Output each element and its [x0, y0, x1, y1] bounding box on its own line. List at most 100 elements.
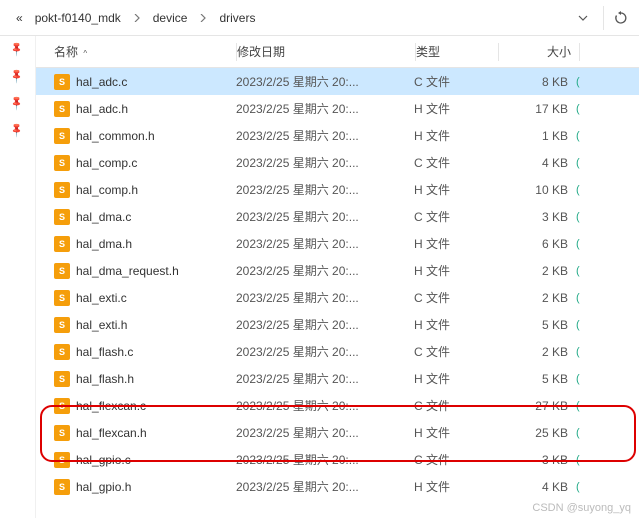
header-name[interactable]: 名称 ^: [36, 43, 236, 60]
breadcrumb[interactable]: « pokt-f0140_mdk device drivers: [8, 8, 569, 28]
file-extra: (: [576, 76, 604, 88]
file-row[interactable]: hal_flexcan.h2023/2/25 星期六 20:...H 文件25 …: [36, 419, 639, 446]
file-date: 2023/2/25 星期六 20:...: [236, 100, 414, 117]
file-row[interactable]: hal_dma.h2023/2/25 星期六 20:...H 文件6 KB(: [36, 230, 639, 257]
file-row[interactable]: hal_flexcan.c2023/2/25 星期六 20:...C 文件27 …: [36, 392, 639, 419]
file-extra: (: [576, 103, 604, 115]
header-size[interactable]: 大小: [499, 43, 579, 60]
file-extra: (: [576, 292, 604, 304]
file-row[interactable]: hal_flash.c2023/2/25 星期六 20:...C 文件2 KB(: [36, 338, 639, 365]
pin-icon[interactable]: 📌: [9, 95, 26, 112]
file-extra: (: [576, 238, 604, 250]
file-row[interactable]: hal_exti.c2023/2/25 星期六 20:...C 文件2 KB(: [36, 284, 639, 311]
file-icon: [54, 344, 70, 360]
file-row[interactable]: hal_flash.h2023/2/25 星期六 20:...H 文件5 KB(: [36, 365, 639, 392]
file-row[interactable]: hal_dma.c2023/2/25 星期六 20:...C 文件3 KB(: [36, 203, 639, 230]
file-type: C 文件: [414, 73, 496, 90]
column-headers: 名称 ^ 修改日期 类型 大小: [36, 36, 639, 68]
refresh-button[interactable]: [603, 6, 631, 30]
file-size: 2 KB: [496, 345, 576, 359]
file-icon: [54, 155, 70, 171]
file-icon: [54, 479, 70, 495]
file-size: 5 KB: [496, 372, 576, 386]
file-extra: (: [576, 130, 604, 142]
breadcrumb-item[interactable]: pokt-f0140_mdk: [31, 9, 125, 27]
file-date: 2023/2/25 星期六 20:...: [236, 478, 414, 495]
file-date: 2023/2/25 星期六 20:...: [236, 262, 414, 279]
quick-access-sidebar: 📌 📌 📌 📌: [0, 36, 36, 518]
file-extra: (: [576, 427, 604, 439]
file-extra: (: [576, 265, 604, 277]
breadcrumb-item[interactable]: drivers: [215, 9, 259, 27]
file-date: 2023/2/25 星期六 20:...: [236, 424, 414, 441]
file-icon: [54, 101, 70, 117]
file-size: 17 KB: [496, 102, 576, 116]
file-type: C 文件: [414, 208, 496, 225]
file-name: hal_gpio.h: [76, 480, 131, 494]
file-icon: [54, 236, 70, 252]
file-icon: [54, 317, 70, 333]
file-extra: (: [576, 319, 604, 331]
file-icon: [54, 290, 70, 306]
file-icon: [54, 209, 70, 225]
file-size: 10 KB: [496, 183, 576, 197]
breadcrumb-prefix[interactable]: «: [12, 9, 27, 27]
chevron-down-icon[interactable]: [575, 8, 591, 28]
file-row[interactable]: hal_comp.h2023/2/25 星期六 20:...H 文件10 KB(: [36, 176, 639, 203]
header-name-label: 名称: [54, 45, 78, 59]
file-extra: (: [576, 346, 604, 358]
header-type[interactable]: 类型: [416, 43, 498, 60]
file-type: H 文件: [414, 100, 496, 117]
file-date: 2023/2/25 星期六 20:...: [236, 316, 414, 333]
file-size: 4 KB: [496, 156, 576, 170]
file-extra: (: [576, 211, 604, 223]
file-extra: (: [576, 373, 604, 385]
file-name: hal_flash.c: [76, 345, 133, 359]
breadcrumb-item[interactable]: device: [149, 9, 192, 27]
file-type: H 文件: [414, 181, 496, 198]
sort-asc-icon: ^: [83, 49, 87, 58]
file-date: 2023/2/25 星期六 20:...: [236, 73, 414, 90]
file-row[interactable]: hal_gpio.h2023/2/25 星期六 20:...H 文件4 KB(: [36, 473, 639, 500]
file-date: 2023/2/25 星期六 20:...: [236, 181, 414, 198]
pin-icon[interactable]: 📌: [9, 68, 26, 85]
file-size: 4 KB: [496, 480, 576, 494]
file-row[interactable]: hal_dma_request.h2023/2/25 星期六 20:...H 文…: [36, 257, 639, 284]
file-type: H 文件: [414, 316, 496, 333]
file-extra: (: [576, 481, 604, 493]
file-size: 1 KB: [496, 129, 576, 143]
header-date[interactable]: 修改日期: [237, 43, 415, 60]
file-type: H 文件: [414, 127, 496, 144]
file-row[interactable]: hal_adc.h2023/2/25 星期六 20:...H 文件17 KB(: [36, 95, 639, 122]
file-icon: [54, 182, 70, 198]
file-type: C 文件: [414, 451, 496, 468]
file-name: hal_exti.h: [76, 318, 127, 332]
file-rows: hal_adc.c2023/2/25 星期六 20:...C 文件8 KB(ha…: [36, 68, 639, 500]
file-icon: [54, 74, 70, 90]
file-type: C 文件: [414, 397, 496, 414]
file-row[interactable]: hal_gpio.c2023/2/25 星期六 20:...C 文件3 KB(: [36, 446, 639, 473]
watermark: CSDN @suyong_yq: [532, 502, 631, 514]
file-icon: [54, 371, 70, 387]
file-row[interactable]: hal_common.h2023/2/25 星期六 20:...H 文件1 KB…: [36, 122, 639, 149]
chevron-right-icon[interactable]: [129, 8, 145, 28]
file-date: 2023/2/25 星期六 20:...: [236, 451, 414, 468]
file-size: 25 KB: [496, 426, 576, 440]
file-icon: [54, 128, 70, 144]
file-date: 2023/2/25 星期六 20:...: [236, 289, 414, 306]
file-date: 2023/2/25 星期六 20:...: [236, 397, 414, 414]
file-icon: [54, 398, 70, 414]
file-size: 3 KB: [496, 210, 576, 224]
pin-icon[interactable]: 📌: [9, 41, 26, 58]
file-extra: (: [576, 400, 604, 412]
file-date: 2023/2/25 星期六 20:...: [236, 370, 414, 387]
file-type: H 文件: [414, 424, 496, 441]
file-row[interactable]: hal_adc.c2023/2/25 星期六 20:...C 文件8 KB(: [36, 68, 639, 95]
file-name: hal_common.h: [76, 129, 155, 143]
file-row[interactable]: hal_exti.h2023/2/25 星期六 20:...H 文件5 KB(: [36, 311, 639, 338]
pin-icon[interactable]: 📌: [9, 122, 26, 139]
file-name: hal_comp.h: [76, 183, 138, 197]
file-type: C 文件: [414, 289, 496, 306]
chevron-right-icon[interactable]: [195, 8, 211, 28]
file-row[interactable]: hal_comp.c2023/2/25 星期六 20:...C 文件4 KB(: [36, 149, 639, 176]
